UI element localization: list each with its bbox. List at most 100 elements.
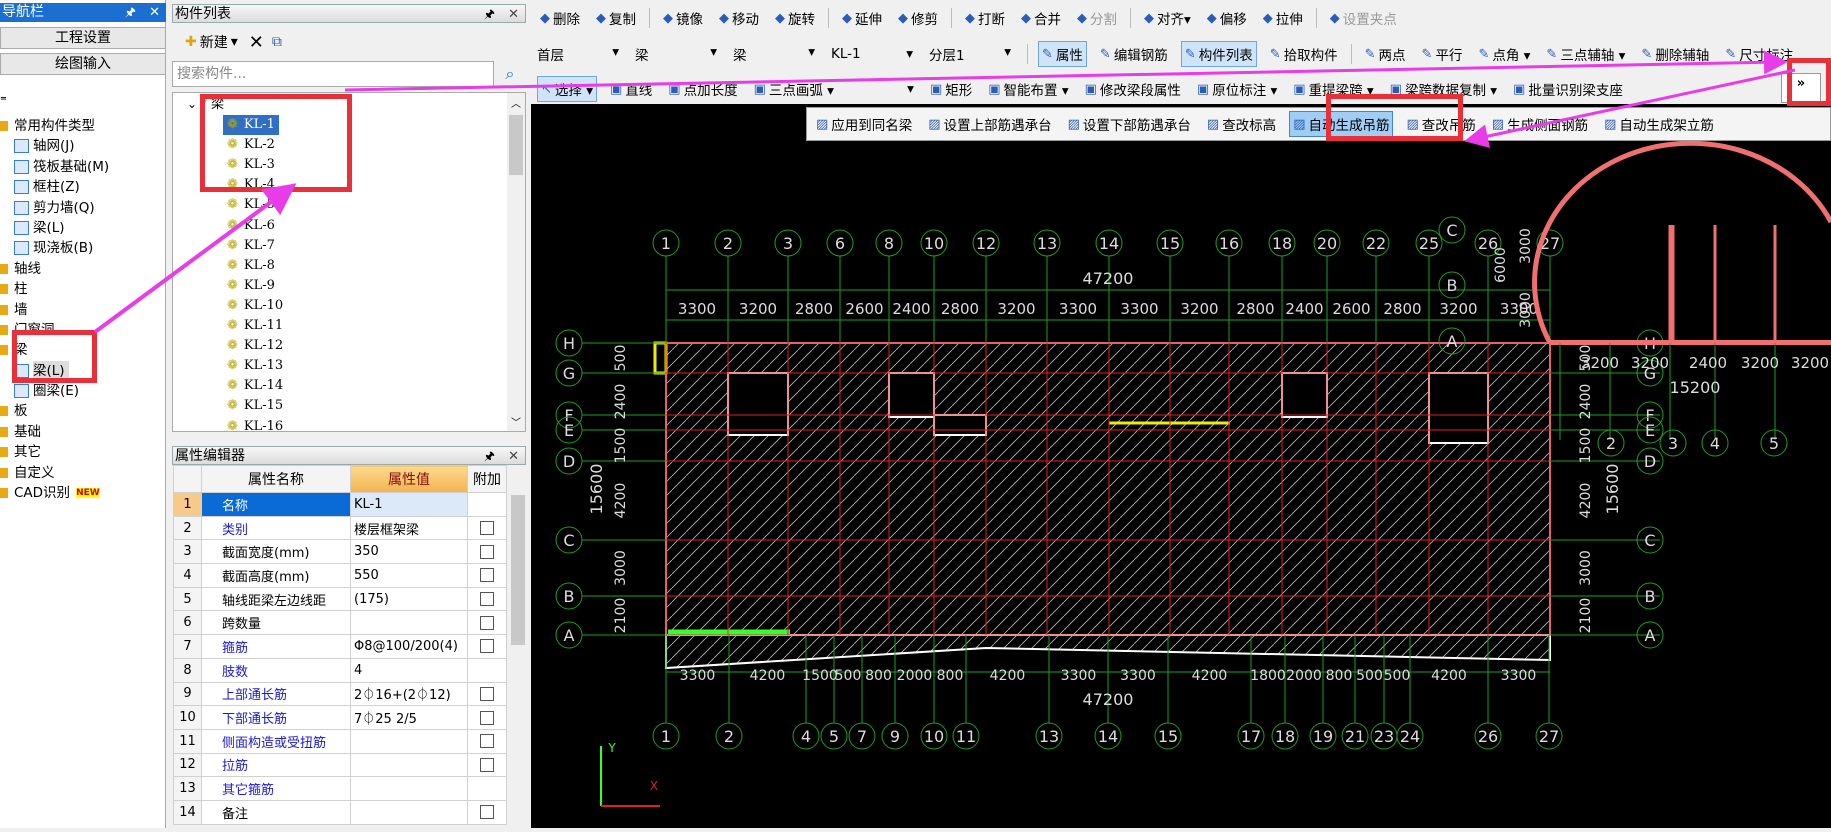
component-item[interactable]: ❁ KL-13 — [223, 356, 287, 376]
close-icon[interactable]: ✕ — [508, 447, 519, 466]
search-input[interactable]: 搜索构件... — [172, 61, 494, 87]
extra-checkbox[interactable] — [480, 521, 494, 536]
extra-checkbox[interactable] — [480, 710, 494, 725]
property-row[interactable]: 8 肢数 4 — [173, 657, 507, 683]
filter-dropdown[interactable]: 梁 ▾ — [733, 44, 821, 64]
toolbar-button[interactable]: ✎ 三点辅轴 ▾ — [1543, 42, 1628, 66]
pin-icon[interactable]: 🖈 — [125, 3, 136, 22]
toolbar-button[interactable]: ◆ 删除 — [537, 6, 583, 30]
toolbar-button[interactable]: ◆ 镜像 — [660, 6, 706, 30]
extra-checkbox[interactable] — [480, 568, 494, 583]
component-item[interactable]: ❁ KL-16 — [223, 417, 287, 432]
nav-item[interactable]: 梁(L) — [0, 218, 166, 238]
beam-tool-button[interactable]: ▨ 自动生成架立筋 — [1601, 112, 1717, 136]
property-row[interactable]: 2 类别 楼层框架梁 — [173, 515, 507, 541]
toolbar-button[interactable]: ◆ 对齐▾ — [1141, 6, 1194, 30]
component-item[interactable]: ❁ KL-12 — [223, 336, 287, 356]
scrollbar[interactable]: ︿ ﹀ — [507, 93, 525, 431]
property-row[interactable]: 12 拉筋 — [173, 752, 507, 778]
property-value[interactable]: KL-1 — [350, 492, 468, 517]
property-value[interactable]: 楼层框架梁 — [350, 515, 468, 541]
toolbar-button[interactable]: ◆ 旋转 — [772, 6, 818, 30]
property-value[interactable]: 2⏀16+(2⏀12) — [350, 681, 468, 707]
component-item[interactable]: ❁ KL-5 — [223, 195, 279, 215]
scrollbar[interactable] — [508, 465, 528, 828]
search-icon[interactable]: ⌕ — [496, 61, 524, 87]
toolbar-button[interactable]: ◆ 设置夹点 — [1327, 6, 1400, 30]
property-row[interactable]: 11 侧面构造或受扭筋 — [173, 728, 507, 754]
nav-item[interactable]: 基础 — [0, 422, 166, 442]
close-icon[interactable]: ✕ — [149, 3, 160, 22]
beam-tool-button[interactable]: ▨ 查改标高 — [1204, 112, 1279, 136]
delete-icon[interactable]: ✕ — [249, 32, 264, 53]
nav-item[interactable]: 板 — [0, 401, 166, 421]
nav-item[interactable]: 筏板基础(M) — [0, 157, 166, 177]
property-value[interactable] — [350, 799, 468, 825]
component-item[interactable]: ❁ KL-15 — [223, 396, 287, 416]
nav-item[interactable]: 墙 — [0, 300, 166, 320]
component-item[interactable]: ❁ KL-8 — [223, 256, 279, 276]
property-value[interactable]: 7⏀25 2/5 — [350, 705, 468, 730]
extra-checkbox[interactable] — [480, 592, 494, 607]
component-item[interactable]: ❁ KL-9 — [223, 276, 279, 296]
toolbar-button[interactable]: ▣ 原位标注 ▾ — [1194, 77, 1280, 101]
toolbar-button[interactable]: ◆ 分割 — [1074, 6, 1120, 30]
drawing-canvas[interactable]: 1 2 3 6 8 10 12 13 14 15 16 18 20 22 25 26 27 47200 3300 32… — [531, 104, 1831, 828]
property-value[interactable]: 550 — [350, 563, 468, 588]
nav-item[interactable]: 轴网(J) — [0, 136, 166, 156]
chevron-down-icon[interactable]: ⌄ — [187, 97, 197, 111]
nav-item[interactable]: 自定义 — [0, 463, 166, 483]
toolbar-button[interactable]: ▣ 智能布置 ▾ — [985, 77, 1071, 101]
property-value[interactable] — [350, 610, 468, 636]
nav-item[interactable]: 剪力墙(Q) — [0, 198, 166, 218]
filter-dropdown[interactable]: 梁 ▾ — [635, 44, 723, 64]
beam-tool-button[interactable]: ▨ 设置下部筋遇承台 — [1065, 112, 1194, 136]
nav-item[interactable]: 现浇板(B) — [0, 238, 166, 258]
extra-checkbox[interactable] — [480, 734, 494, 749]
toolbar-button[interactable]: ✎ 属性 — [1038, 41, 1087, 67]
extra-checkbox[interactable] — [480, 544, 494, 559]
toolbar-button[interactable]: ▣ 矩形 — [927, 77, 975, 101]
nav-item[interactable]: 常用构件类型 — [0, 116, 166, 136]
toolbar-button[interactable]: ▣ 点加长度 — [665, 77, 740, 101]
property-row[interactable]: 9 上部通长筋 2⏀16+(2⏀12) — [173, 681, 507, 707]
toolbar-button[interactable]: ◆ 合并 — [1018, 6, 1064, 30]
toolbar-button[interactable]: ◆ 拉伸 — [1260, 6, 1306, 30]
property-value[interactable]: Φ8@100/200(4) — [350, 634, 468, 659]
component-item[interactable]: ❁ KL-7 — [223, 236, 279, 256]
property-row[interactable]: 3 截面宽度(mm) 350 — [173, 539, 507, 565]
toolbar-button[interactable]: ✎ 点角 ▾ — [1475, 42, 1533, 66]
toolbar-button[interactable]: ✎ 尺寸标注 — [1722, 42, 1796, 66]
property-row[interactable]: 4 截面高度(mm) 550 — [173, 563, 507, 588]
filter-dropdown[interactable]: 分层1 ▾ — [929, 44, 1017, 64]
beam-tool-button[interactable]: ▨ 设置上部筋遇承台 — [925, 112, 1054, 136]
copy-icon[interactable]: ⧉ — [272, 34, 282, 50]
filter-dropdown[interactable]: 首层 ▾ — [537, 44, 625, 64]
toolbar-button[interactable]: ✎ 编辑钢筋 — [1097, 42, 1171, 66]
draw-mode-dropdown[interactable]: ▾ — [847, 79, 917, 99]
drawing-input-button[interactable]: 绘图输入 — [0, 53, 166, 75]
pin-icon[interactable]: 🖈 — [484, 447, 495, 466]
new-component-button[interactable]: ✚ 新建 ▾ — [182, 30, 241, 54]
toolbar-button[interactable]: ◆ 复制 — [593, 6, 639, 30]
toolbar-button[interactable]: ✎ 平行 — [1419, 42, 1466, 66]
property-value[interactable] — [350, 728, 468, 754]
nav-item[interactable]: CAD识别 NEW — [0, 483, 166, 503]
toolbar-button[interactable]: ↖ 选择 ▾ — [537, 76, 597, 102]
nav-item[interactable]: 柱 — [0, 279, 166, 299]
collapse-all-icon[interactable]: ⁼ — [0, 94, 7, 109]
extra-checkbox[interactable] — [480, 805, 494, 820]
toolbar-button[interactable]: ◆ 延伸 — [839, 6, 885, 30]
pin-icon[interactable]: 🖈 — [484, 5, 495, 24]
toolbar-button[interactable]: ▣ 修改梁段属性 — [1082, 77, 1184, 101]
property-row[interactable]: 5 轴线距梁左边线距 (175) — [173, 586, 507, 612]
toolbar-button[interactable]: ✎ 删除辅轴 — [1638, 42, 1712, 66]
toolbar-button[interactable]: ✎ 拾取构件 — [1267, 42, 1341, 66]
component-item[interactable]: ❁ KL-10 — [223, 296, 287, 316]
property-value[interactable]: 350 — [350, 539, 468, 565]
cad-drawing[interactable]: 1 2 3 6 8 10 12 13 14 15 16 18 20 22 25 26 27472003300 32… — [531, 104, 1831, 828]
filter-dropdown[interactable]: KL-1 ▾ — [831, 46, 919, 62]
property-row[interactable]: 10 下部通长筋 7⏀25 2/5 — [173, 705, 507, 730]
extra-checkbox[interactable] — [480, 757, 494, 772]
beam-tool-button[interactable]: ▨ 应用到同名梁 — [813, 112, 915, 136]
